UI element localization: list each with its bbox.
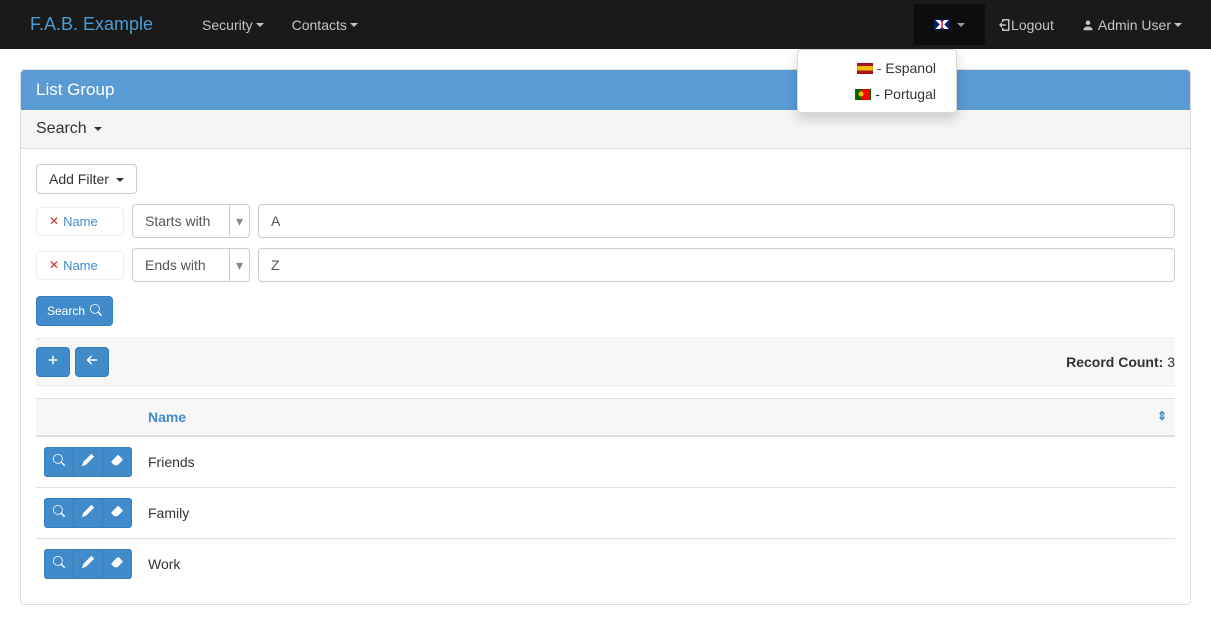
view-button[interactable] — [44, 447, 74, 477]
row-name: Family — [148, 505, 189, 521]
search-toggle[interactable]: Search — [21, 110, 1190, 149]
caret-icon — [256, 23, 264, 27]
table-row: Work — [36, 539, 1175, 590]
edit-button[interactable] — [74, 549, 103, 579]
search-toggle-label: Search — [36, 120, 87, 137]
filter-tag: ✕ Name — [36, 251, 124, 280]
user-icon — [1082, 19, 1094, 31]
eraser-icon — [111, 556, 123, 568]
language-dropdown: - Espanol - Portugal — [797, 49, 957, 113]
row-name-cell: Work — [140, 539, 1175, 590]
panel-body: Add Filter ✕ Name Starts with ▾ ✕ Name — [21, 149, 1190, 604]
brand-link[interactable]: F.A.B. Example — [15, 14, 168, 35]
filter-operator-select[interactable]: Ends with ▾ — [132, 248, 250, 282]
delete-button[interactable] — [103, 549, 132, 579]
add-filter-button[interactable]: Add Filter — [36, 164, 137, 194]
lang-option-es-label: - Espanol — [877, 60, 936, 76]
nav-security[interactable]: Security — [188, 2, 278, 48]
filter-value-input[interactable] — [258, 248, 1175, 282]
row-name: Friends — [148, 454, 195, 470]
record-count-label: Record Count: — [1066, 354, 1163, 370]
delete-button[interactable] — [103, 447, 132, 477]
filter-operator-label: Ends with — [133, 257, 229, 273]
row-actions — [36, 488, 140, 539]
remove-filter-icon[interactable]: ✕ — [49, 214, 59, 228]
uk-flag-icon — [934, 19, 950, 30]
col-name-label: Name — [148, 409, 186, 425]
caret-icon — [957, 23, 965, 27]
edit-button[interactable] — [74, 447, 103, 477]
search-button-label: Search — [47, 304, 85, 318]
lang-option-pt-label: - Portugal — [875, 86, 936, 102]
chevron-down-icon: ▾ — [229, 205, 249, 237]
table-row: Family — [36, 488, 1175, 539]
search-button-row: Search — [36, 296, 1175, 326]
sort-icon[interactable]: ⇕ — [1157, 409, 1167, 423]
nav-language[interactable] — [914, 4, 985, 45]
arrow-left-icon — [86, 354, 98, 366]
row-actions — [36, 539, 140, 590]
search-icon — [90, 304, 102, 316]
filter-field-label: Name — [63, 214, 98, 229]
edit-icon — [82, 556, 94, 568]
main-container: List Group Search Add Filter ✕ Name Star… — [0, 49, 1211, 625]
caret-icon — [350, 23, 358, 27]
back-button[interactable] — [75, 347, 109, 377]
add-button[interactable] — [36, 347, 70, 377]
list-toolbar: Record Count: 3 — [36, 338, 1175, 386]
caret-icon — [116, 178, 124, 182]
eraser-icon — [111, 454, 123, 466]
view-button[interactable] — [44, 498, 74, 528]
nav-admin-user-label: Admin User — [1098, 17, 1171, 33]
filter-tag: ✕ Name — [36, 207, 124, 236]
search-icon — [53, 556, 65, 568]
caret-icon — [94, 127, 102, 131]
chevron-down-icon: ▾ — [229, 249, 249, 281]
lang-option-es[interactable]: - Espanol — [798, 55, 956, 81]
panel: List Group Search Add Filter ✕ Name Star… — [20, 69, 1191, 605]
row-name-cell: Friends — [140, 436, 1175, 488]
record-count: Record Count: 3 — [1066, 354, 1175, 370]
edit-icon — [82, 454, 94, 466]
nav-logout[interactable]: Logout — [985, 2, 1068, 48]
navbar: F.A.B. Example Security Contacts Logout … — [0, 0, 1211, 49]
filter-operator-select[interactable]: Starts with ▾ — [132, 204, 250, 238]
add-filter-label: Add Filter — [49, 171, 109, 187]
logout-icon — [999, 19, 1011, 31]
search-button[interactable]: Search — [36, 296, 113, 326]
caret-icon — [1174, 23, 1182, 27]
nav-right: Logout Admin User — [914, 2, 1196, 48]
remove-filter-icon[interactable]: ✕ — [49, 258, 59, 272]
filter-row: ✕ Name Starts with ▾ — [36, 204, 1175, 238]
filter-operator-label: Starts with — [133, 213, 229, 229]
filter-field-label: Name — [63, 258, 98, 273]
edit-icon — [82, 505, 94, 517]
filter-row: ✕ Name Ends with ▾ — [36, 248, 1175, 282]
search-icon — [53, 454, 65, 466]
nav-logout-label: Logout — [1011, 17, 1054, 33]
nav-admin-user[interactable]: Admin User — [1068, 2, 1196, 48]
filter-value-input[interactable] — [258, 204, 1175, 238]
data-table: Name ⇕ Friends — [36, 398, 1175, 589]
nav-contacts-label: Contacts — [292, 17, 347, 33]
col-name-header[interactable]: Name ⇕ — [140, 399, 1175, 437]
record-count-value: 3 — [1167, 354, 1175, 370]
panel-title: List Group — [21, 70, 1190, 110]
nav-contacts[interactable]: Contacts — [278, 2, 372, 48]
es-flag-icon — [857, 63, 873, 74]
view-button[interactable] — [44, 549, 74, 579]
search-icon — [53, 505, 65, 517]
lang-option-pt[interactable]: - Portugal — [798, 81, 956, 107]
eraser-icon — [111, 505, 123, 517]
nav-security-label: Security — [202, 17, 253, 33]
edit-button[interactable] — [74, 498, 103, 528]
row-name-cell: Family — [140, 488, 1175, 539]
pt-flag-icon — [855, 89, 871, 100]
row-name: Work — [148, 556, 180, 572]
row-actions — [36, 436, 140, 488]
plus-icon — [47, 354, 59, 366]
col-actions-header — [36, 399, 140, 437]
delete-button[interactable] — [103, 498, 132, 528]
table-row: Friends — [36, 436, 1175, 488]
